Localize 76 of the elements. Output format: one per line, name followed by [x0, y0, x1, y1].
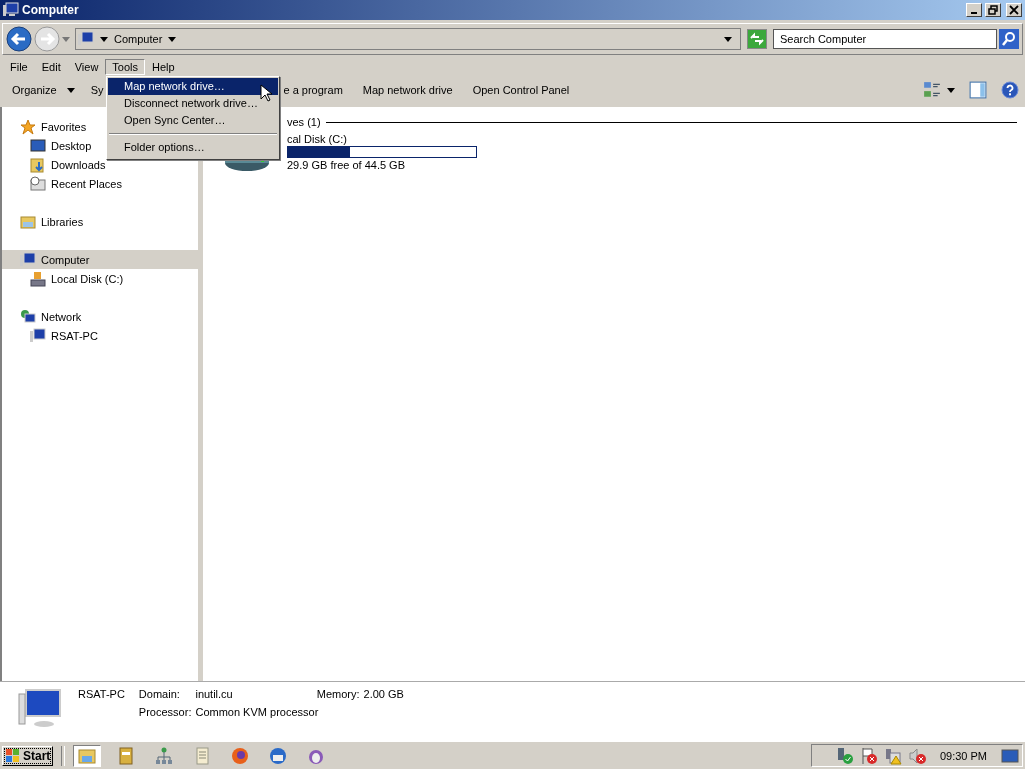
menu-item[interactable]: File	[3, 59, 35, 75]
refresh-icon[interactable]	[747, 29, 767, 49]
computer-icon	[18, 688, 62, 728]
back-icon[interactable]	[6, 26, 32, 52]
memory-value: 2.00 GB	[363, 688, 404, 700]
menu-item[interactable]: Map network drive…	[108, 78, 278, 95]
caret-icon[interactable]	[66, 87, 75, 93]
menu-item[interactable]: Disconnect network drive…	[108, 95, 278, 112]
sidebar-item[interactable]: Network	[2, 307, 198, 326]
downloads-icon	[30, 156, 46, 173]
menu-item[interactable]: Open Sync Center…	[108, 112, 278, 129]
view-options-icon[interactable]	[923, 81, 941, 99]
drive-free-space: 29.9 GB free of 44.5 GB	[287, 159, 406, 171]
script-icon	[193, 746, 212, 765]
domain-value: inutil.cu	[195, 688, 233, 700]
caret-icon[interactable]	[100, 36, 108, 42]
restore-icon	[988, 5, 998, 15]
menu-item[interactable]: Folder options…	[108, 139, 278, 156]
toolbar-button[interactable]: Organize	[8, 81, 61, 99]
drive-name[interactable]: cal Disk (C:)	[287, 133, 477, 145]
desktop-icon	[30, 137, 46, 154]
recent-icon	[30, 175, 46, 192]
sidebar-item[interactable]: Computer	[2, 250, 198, 269]
processor-value: Common KVM processor	[195, 706, 320, 718]
close-icon	[1009, 5, 1019, 15]
flag-status-icon[interactable]	[859, 746, 878, 765]
toolbar-button[interactable]: e a program	[279, 81, 347, 99]
preview-pane-icon[interactable]	[969, 81, 987, 99]
star-icon	[20, 118, 36, 135]
menu-item[interactable]: View	[67, 59, 106, 75]
minimize-icon	[971, 12, 977, 14]
menu-item[interactable]: Edit	[34, 59, 68, 75]
caret-icon[interactable]	[947, 87, 955, 93]
sidebar-item[interactable]: Local Disk (C:)	[2, 269, 198, 288]
toolbar-button[interactable]: Map network drive	[358, 81, 457, 99]
computer-icon	[20, 251, 36, 268]
address-location[interactable]: Computer	[114, 33, 163, 45]
search-icon[interactable]	[999, 29, 1019, 49]
network-icon	[155, 746, 174, 765]
taskbar-button[interactable]	[73, 744, 102, 767]
window-title: Computer	[22, 3, 79, 17]
group-header: ves (1)	[287, 116, 321, 128]
caret-icon[interactable]	[724, 36, 732, 42]
address-field[interactable]: Computer	[75, 28, 741, 50]
help-icon[interactable]	[1001, 81, 1019, 99]
toolbar-button[interactable]: Open Control Panel	[468, 81, 574, 99]
caret-icon[interactable]	[168, 36, 177, 42]
sidebar-item[interactable]: Libraries	[2, 212, 198, 231]
search-field[interactable]: Search Computer	[773, 29, 997, 49]
computer-icon	[78, 31, 94, 47]
sidebar-item[interactable]: RSAT-PC	[2, 326, 198, 345]
close-button[interactable]	[1006, 3, 1022, 17]
menu-item[interactable]: Tools	[105, 59, 146, 75]
computer-icon	[3, 2, 19, 18]
volume-status-icon[interactable]	[907, 746, 926, 765]
mouse-pointer-icon	[260, 84, 272, 102]
network-status-icon[interactable]	[883, 746, 902, 765]
windows-logo-icon	[5, 747, 21, 764]
sidebar-item[interactable]: Downloads	[2, 155, 198, 174]
menu-item[interactable]: Help	[145, 59, 182, 75]
sidebar-item[interactable]: Recent Places	[2, 174, 198, 193]
processor-label: Processor:	[138, 706, 192, 718]
computer-name: RSAT-PC	[78, 688, 125, 700]
disk-icon	[30, 270, 46, 287]
network-icon	[20, 308, 36, 325]
domain-label: Domain:	[138, 688, 181, 700]
clock[interactable]: 09:30 PM	[939, 749, 987, 762]
notebook-icon	[117, 746, 136, 765]
show-desktop-icon[interactable]	[1001, 746, 1019, 765]
computer-icon	[30, 327, 46, 344]
minimize-button[interactable]	[966, 3, 982, 17]
memory-label: Memory:	[316, 688, 360, 700]
restore-button[interactable]	[985, 3, 1001, 17]
toolbar-button[interactable]: Sy	[86, 81, 108, 99]
start-button[interactable]: Start	[2, 745, 54, 766]
libraries-icon	[20, 213, 36, 230]
